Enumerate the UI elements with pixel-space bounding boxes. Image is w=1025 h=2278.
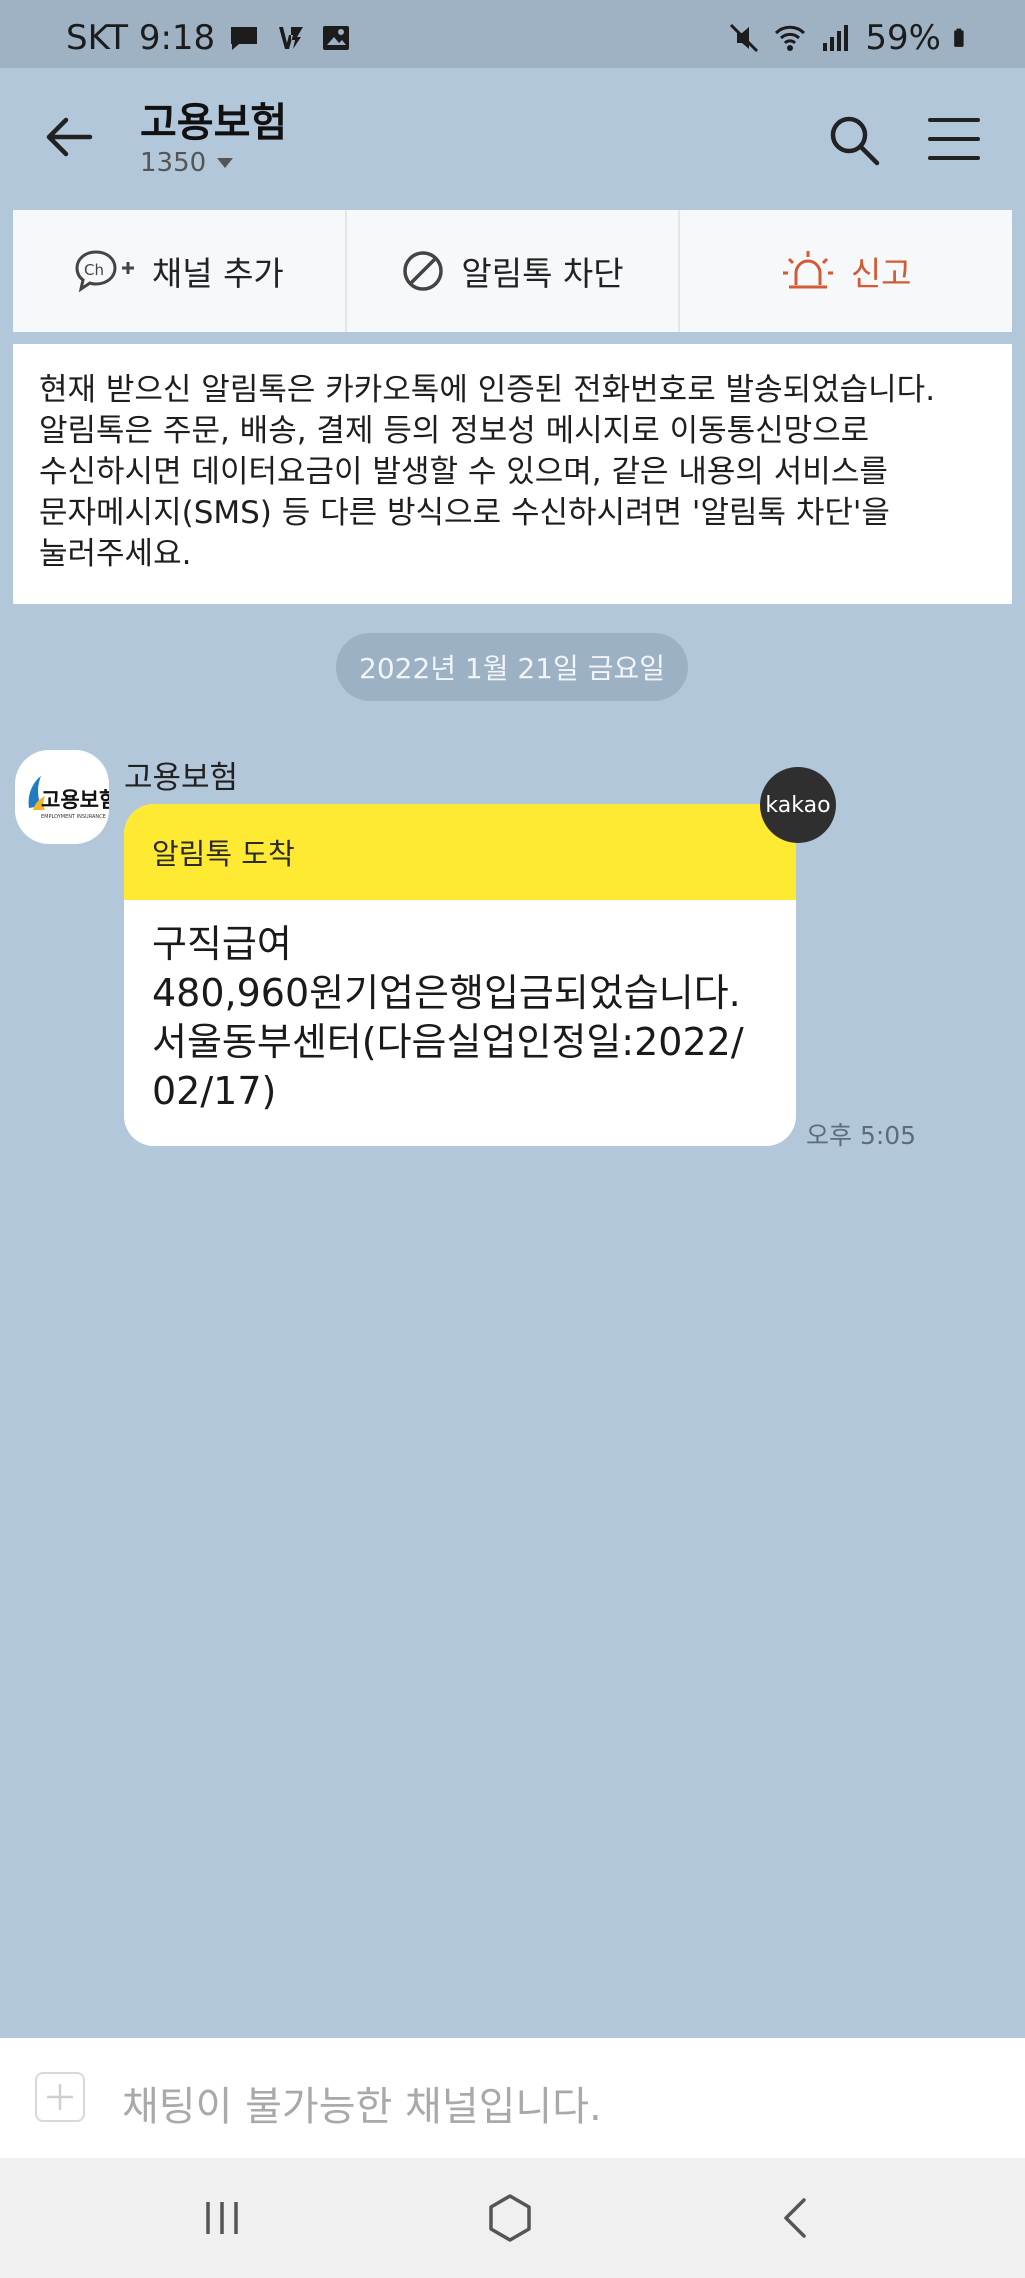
message-header: 알림톡 도착 bbox=[124, 804, 796, 900]
svg-text:Ch: Ch bbox=[84, 261, 104, 279]
logo-subtext: EMPLOYMENT INSURANCE bbox=[41, 814, 106, 820]
gallery-icon bbox=[323, 26, 350, 50]
message-time: 오후 5:05 bbox=[806, 1121, 917, 1150]
employment-insurance-logo: 고용보험 EMPLOYMENT INSURANCE bbox=[28, 776, 109, 820]
block-icon bbox=[403, 251, 444, 291]
chat-input-bar: 채팅이 불가능한 채널입니다. bbox=[0, 2038, 1025, 2158]
plus-icon bbox=[47, 2084, 73, 2110]
channel-add-icon: Ch bbox=[75, 250, 134, 293]
back-icon[interactable] bbox=[766, 2188, 826, 2248]
status-bar: SKT 9:18 59% bbox=[0, 0, 1025, 68]
chat-header: 고용보험 1350 bbox=[0, 68, 1025, 208]
report-label: 신고 bbox=[850, 254, 912, 293]
battery-icon bbox=[954, 28, 964, 47]
chat-disabled-text: 채팅이 불가능한 채널입니다. bbox=[122, 2084, 602, 2130]
block-alimtalk-button[interactable]: 알림톡 차단 bbox=[344, 210, 679, 332]
chat-title: 고용보험 bbox=[140, 100, 288, 146]
battery-percent: 59% bbox=[865, 18, 941, 58]
back-arrow-icon[interactable] bbox=[40, 108, 98, 166]
message-header-label: 알림톡 도착 bbox=[152, 837, 295, 871]
add-channel-button[interactable]: Ch 채널 추가 bbox=[13, 210, 345, 332]
add-channel-label: 채널 추가 bbox=[151, 254, 284, 293]
alimtalk-notice: 현재 받으신 알림톡은 카카오톡에 인증된 전화번호로 발송되었습니다. 알림톡… bbox=[13, 344, 1012, 604]
caret-down-icon bbox=[217, 158, 234, 168]
sender-name: 고용보험 bbox=[124, 760, 239, 796]
report-button[interactable]: 신고 bbox=[678, 210, 1012, 332]
siren-icon bbox=[782, 251, 833, 289]
kakao-badge: kakao bbox=[760, 767, 836, 843]
system-nav-bar bbox=[0, 2158, 1025, 2278]
menu-icon[interactable] bbox=[926, 114, 982, 164]
member-count: 1350 bbox=[140, 148, 207, 178]
message-body: 구직급여 480,960원기업은행입금되었습니다. 서울동부센터(다음실업인정일… bbox=[152, 922, 744, 1113]
search-icon[interactable] bbox=[826, 112, 882, 168]
channel-action-bar: Ch 채널 추가 알림톡 차단 신고 bbox=[13, 210, 1012, 332]
logo-text: 고용보험 bbox=[41, 788, 109, 812]
message-icon bbox=[231, 27, 258, 50]
message-bubble[interactable]: 알림톡 도착 구직급여 480,960원기업은행입금되었습니다. 서울동부센터(… bbox=[124, 804, 796, 1146]
recent-apps-icon[interactable] bbox=[192, 2188, 252, 2248]
kakao-v3-icon bbox=[279, 27, 304, 49]
block-label: 알림톡 차단 bbox=[461, 254, 624, 293]
date-divider: 2022년 1월 21일 금요일 bbox=[336, 633, 688, 701]
signal-icon bbox=[823, 25, 849, 51]
home-icon[interactable] bbox=[480, 2188, 540, 2248]
wifi-icon bbox=[775, 25, 806, 51]
attach-button bbox=[35, 2072, 85, 2122]
sender-avatar[interactable]: 고용보험 EMPLOYMENT INSURANCE bbox=[15, 750, 109, 844]
carrier-time: SKT 9:18 bbox=[66, 18, 216, 58]
chat-subtitle[interactable]: 1350 bbox=[140, 148, 234, 178]
mute-icon bbox=[730, 23, 759, 53]
